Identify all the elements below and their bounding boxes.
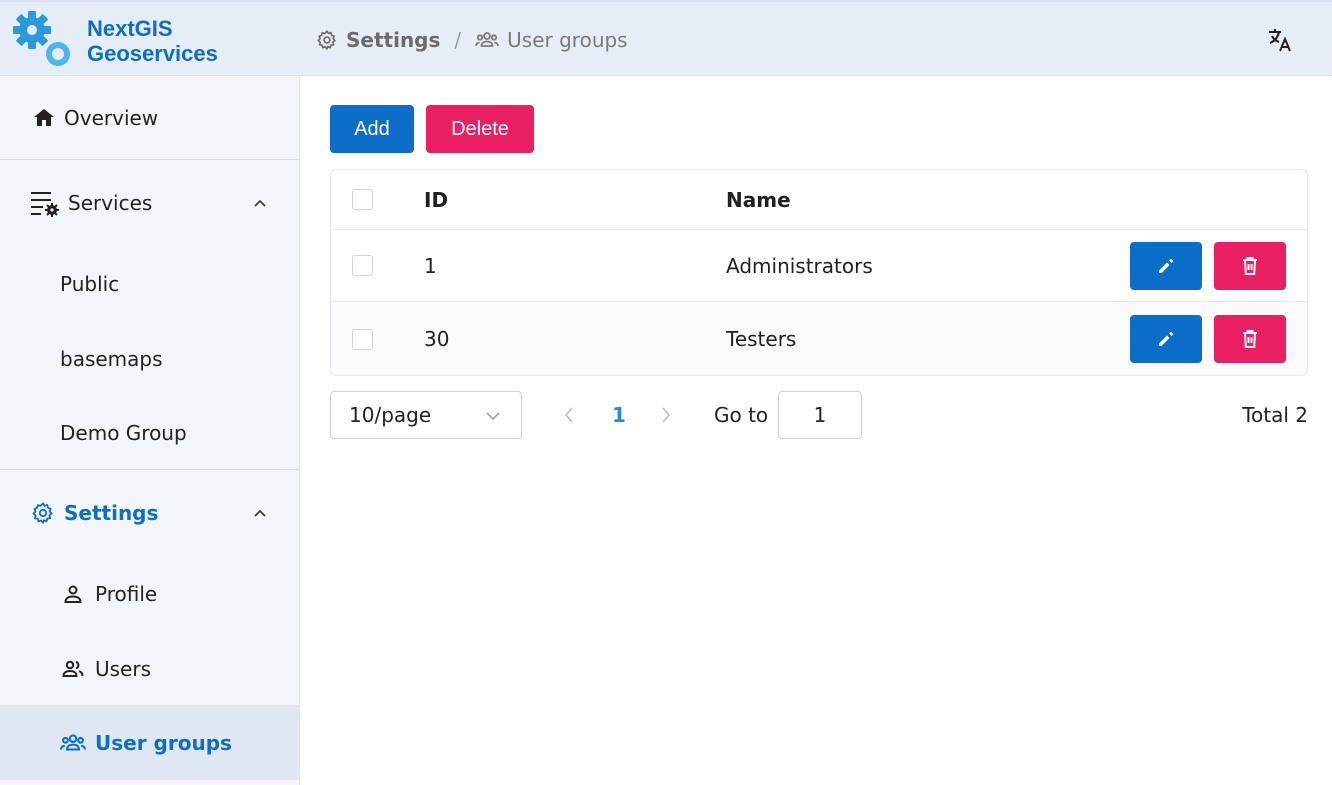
app-title: NextGIS Geoservices xyxy=(87,16,218,66)
user-groups-table: ID Name 1 Administrators 30 Testers xyxy=(330,169,1308,376)
gear-icon xyxy=(32,502,53,525)
chevron-left-icon[interactable] xyxy=(562,405,576,425)
sidebar-item-basemaps[interactable]: basemaps xyxy=(0,321,299,396)
gears-logo-icon[interactable] xyxy=(10,8,74,72)
sidebar-item-settings[interactable]: Settings xyxy=(0,470,299,556)
cell-id: 1 xyxy=(424,253,437,278)
sidebar-item-label: User groups xyxy=(95,730,232,755)
translate-icon[interactable] xyxy=(1266,26,1294,54)
table-row: 30 Testers xyxy=(331,303,1307,375)
sidebar-item-label: Users xyxy=(95,656,152,681)
sidebar-item-label: Demo Group xyxy=(60,421,187,445)
sidebar-item-public[interactable]: Public xyxy=(0,246,299,321)
table-header-row: ID Name xyxy=(331,170,1307,230)
sidebar-item-services[interactable]: Services xyxy=(0,160,299,246)
page-size-select[interactable]: 10/page xyxy=(330,391,522,439)
services-settings-icon xyxy=(31,192,59,217)
chevron-up-icon[interactable] xyxy=(253,506,267,520)
trash-icon xyxy=(1243,256,1257,275)
select-all-checkbox[interactable] xyxy=(352,189,373,210)
sidebar: Overview Services Public basemaps Demo G… xyxy=(0,76,300,785)
chevron-right-icon[interactable] xyxy=(659,405,673,425)
total-count: Total 2 xyxy=(1242,403,1308,427)
gear-icon xyxy=(317,30,336,51)
app-title-line1: NextGIS xyxy=(87,16,173,41)
sidebar-item-label: Services xyxy=(68,191,153,215)
sidebar-item-label: Profile xyxy=(95,581,158,606)
sidebar-item-label: Overview xyxy=(64,106,159,130)
app-header: NextGIS Geoservices Settings / User grou… xyxy=(0,0,1332,76)
sidebar-item-overview[interactable]: Overview xyxy=(0,76,299,160)
breadcrumb: Settings / User groups xyxy=(316,26,628,54)
edit-button[interactable] xyxy=(1130,315,1202,363)
column-header-id[interactable]: ID xyxy=(424,188,448,212)
sidebar-item-profile[interactable]: Profile xyxy=(0,556,299,631)
pencil-icon xyxy=(1159,332,1173,346)
delete-row-button[interactable] xyxy=(1214,315,1286,363)
sidebar-item-label: Public xyxy=(60,271,120,296)
person-icon xyxy=(64,585,82,603)
cell-id: 30 xyxy=(424,327,450,351)
table-row: 1 Administrators xyxy=(331,230,1307,302)
breadcrumb-settings-link[interactable]: Settings xyxy=(346,28,440,52)
chevron-down-icon xyxy=(486,412,500,421)
user-group-icon xyxy=(475,32,500,47)
page-number-current[interactable]: 1 xyxy=(612,403,626,427)
column-header-name[interactable]: Name xyxy=(726,188,791,212)
trash-icon xyxy=(1243,330,1257,348)
chevron-up-icon[interactable] xyxy=(253,196,267,210)
users-icon xyxy=(62,660,84,677)
goto-page-input[interactable] xyxy=(778,391,862,439)
delete-button[interactable]: Delete xyxy=(426,105,534,153)
sidebar-item-demo-group[interactable]: Demo Group xyxy=(0,396,299,470)
pencil-icon xyxy=(1159,258,1173,273)
breadcrumb-separator: / xyxy=(454,28,462,52)
row-checkbox[interactable] xyxy=(352,255,373,276)
sidebar-item-label: Settings xyxy=(64,501,159,525)
goto-label: Go to xyxy=(714,403,769,427)
cell-name: Testers xyxy=(726,327,797,351)
row-checkbox[interactable] xyxy=(352,328,373,350)
app-title-line2: Geoservices xyxy=(87,41,218,66)
breadcrumb-current-page: User groups xyxy=(507,28,628,52)
user-group-icon xyxy=(60,733,86,751)
add-button[interactable]: Add xyxy=(330,105,414,153)
home-icon xyxy=(34,109,54,126)
page-size-value: 10/page xyxy=(349,403,432,427)
sidebar-item-user-groups[interactable]: User groups xyxy=(0,705,299,780)
edit-button[interactable] xyxy=(1130,241,1202,290)
cell-name: Administrators xyxy=(726,253,873,278)
delete-row-button[interactable] xyxy=(1214,241,1286,290)
sidebar-item-label: basemaps xyxy=(60,346,163,371)
sidebar-item-users[interactable]: Users xyxy=(0,631,299,706)
